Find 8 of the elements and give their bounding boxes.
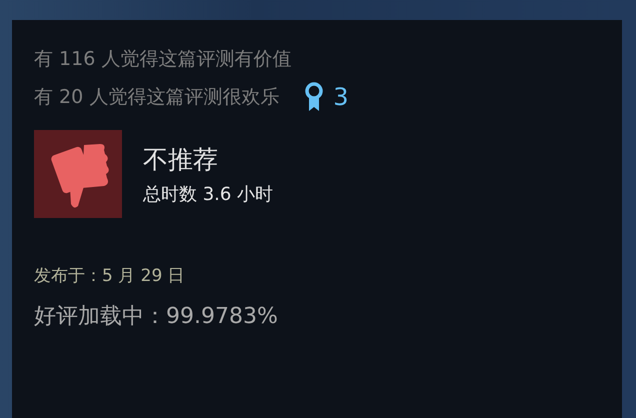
helpful-count-text: 有 20 人觉得这篇评测很欢乐	[34, 85, 280, 110]
award-count: 3	[333, 83, 349, 111]
award-ribbon-icon	[305, 82, 324, 112]
playtime-text: 总时数 3.6 小时	[143, 182, 274, 206]
helpful-count-text: 有 116 人觉得这篇评测有价值	[34, 47, 292, 72]
loading-status: 好评加载中：99.9783%	[34, 303, 279, 331]
verdict-title: 不推荐	[143, 144, 219, 176]
posted-date: 发布于：5 月 29 日	[34, 265, 186, 287]
